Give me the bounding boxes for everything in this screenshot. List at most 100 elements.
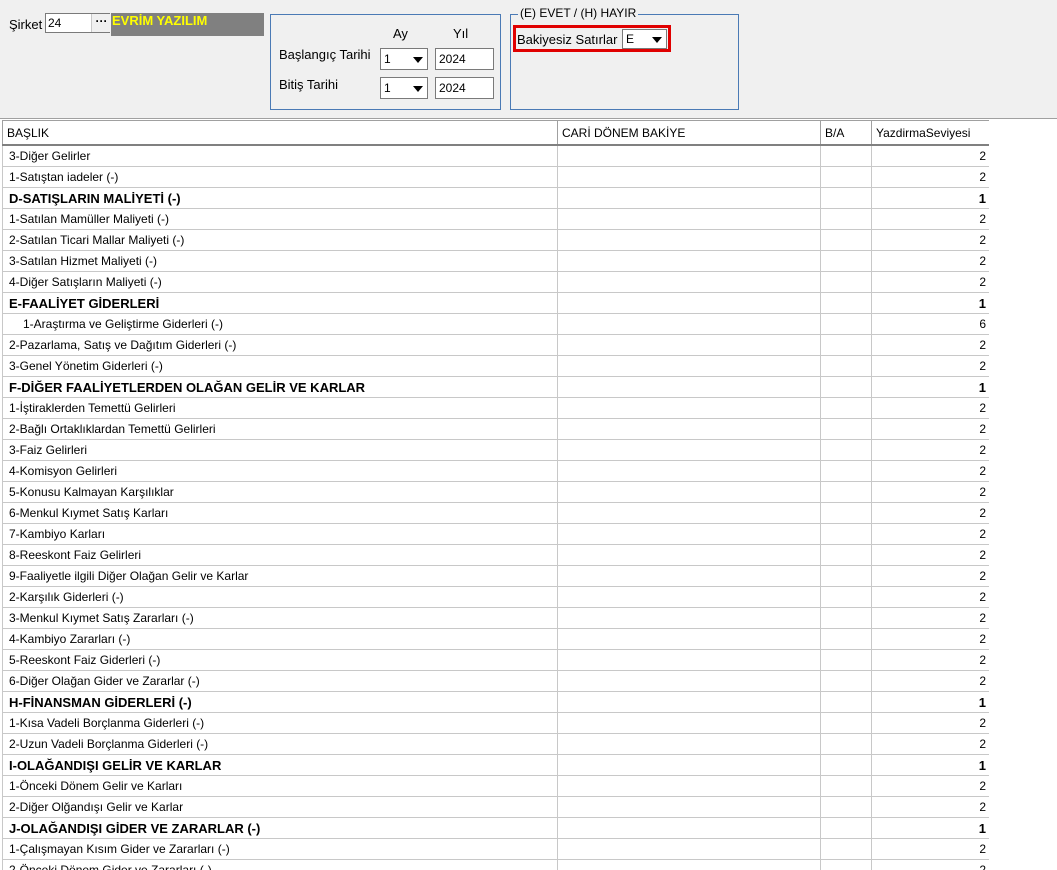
row-balance[interactable] xyxy=(557,481,821,503)
row-balance[interactable] xyxy=(557,775,821,797)
column-header-title[interactable]: BAŞLIK xyxy=(2,120,558,146)
table-row[interactable]: 1-Önceki Dönem Gelir ve Karları 2 xyxy=(2,775,990,797)
table-row[interactable]: 3-Diğer Gelirler 2 xyxy=(2,144,990,167)
row-balance[interactable] xyxy=(557,439,821,461)
row-print-level[interactable]: 1 xyxy=(871,376,990,398)
row-title[interactable]: 1-İştiraklerden Temettü Gelirleri xyxy=(2,397,558,419)
table-row[interactable]: 3-Genel Yönetim Giderleri (-) 2 xyxy=(2,355,990,377)
row-title[interactable]: H-FİNANSMAN GİDERLERİ (-) xyxy=(2,691,558,713)
table-row[interactable]: 3-Menkul Kıymet Satış Zararları (-) 2 xyxy=(2,607,990,629)
column-header-ba[interactable]: B/A xyxy=(820,120,872,146)
table-row[interactable]: 2-Bağlı Ortaklıklardan Temettü Gelirleri… xyxy=(2,418,990,440)
row-print-level[interactable]: 2 xyxy=(871,439,990,461)
table-row[interactable]: 2-Pazarlama, Satış ve Dağıtım Giderleri … xyxy=(2,334,990,356)
row-title[interactable]: J-OLAĞANDIŞI GİDER VE ZARARLAR (-) xyxy=(2,817,558,839)
row-ba[interactable] xyxy=(820,439,872,461)
row-print-level[interactable]: 2 xyxy=(871,166,990,188)
column-header-balance[interactable]: CARİ DÖNEM BAKİYE xyxy=(557,120,821,146)
row-title[interactable]: 2-Pazarlama, Satış ve Dağıtım Giderleri … xyxy=(2,334,558,356)
table-row[interactable]: 1-Çalışmayan Kısım Gider ve Zararları (-… xyxy=(2,838,990,860)
row-print-level[interactable]: 2 xyxy=(871,859,990,870)
row-balance[interactable] xyxy=(557,838,821,860)
table-row[interactable]: F-DİĞER FAALİYETLERDEN OLAĞAN GELİR VE K… xyxy=(2,376,990,398)
table-row[interactable]: 2-Uzun Vadeli Borçlanma Giderleri (-) 2 xyxy=(2,733,990,755)
row-print-level[interactable]: 2 xyxy=(871,229,990,251)
table-row[interactable]: 2-Satılan Ticari Mallar Maliyeti (-) 2 xyxy=(2,229,990,251)
row-print-level[interactable]: 2 xyxy=(871,628,990,650)
row-ba[interactable] xyxy=(820,334,872,356)
row-balance[interactable] xyxy=(557,187,821,209)
row-ba[interactable] xyxy=(820,565,872,587)
row-print-level[interactable]: 2 xyxy=(871,838,990,860)
table-row[interactable]: 1-Satıştan iadeler (-) 2 xyxy=(2,166,990,188)
row-ba[interactable] xyxy=(820,649,872,671)
row-balance[interactable] xyxy=(557,712,821,734)
table-row[interactable]: 2-Diğer Olğandışı Gelir ve Karlar 2 xyxy=(2,796,990,818)
row-title[interactable]: 2-Diğer Olğandışı Gelir ve Karlar xyxy=(2,796,558,818)
row-title[interactable]: 2-Satılan Ticari Mallar Maliyeti (-) xyxy=(2,229,558,251)
row-balance[interactable] xyxy=(557,250,821,272)
row-balance[interactable] xyxy=(557,565,821,587)
row-print-level[interactable]: 2 xyxy=(871,712,990,734)
column-header-print-level[interactable]: YazdirmaSeviyesi xyxy=(871,120,990,146)
table-row[interactable]: 1-Kısa Vadeli Borçlanma Giderleri (-) 2 xyxy=(2,712,990,734)
end-month-select[interactable]: 1 xyxy=(380,77,428,99)
row-balance[interactable] xyxy=(557,607,821,629)
row-balance[interactable] xyxy=(557,796,821,818)
row-balance[interactable] xyxy=(557,733,821,755)
row-title[interactable]: 6-Menkul Kıymet Satış Karları xyxy=(2,502,558,524)
row-print-level[interactable]: 2 xyxy=(871,649,990,671)
row-ba[interactable] xyxy=(820,817,872,839)
row-balance[interactable] xyxy=(557,229,821,251)
row-print-level[interactable]: 2 xyxy=(871,733,990,755)
row-ba[interactable] xyxy=(820,313,872,335)
row-balance[interactable] xyxy=(557,859,821,870)
table-row[interactable]: 1-Satılan Mamüller Maliyeti (-) 2 xyxy=(2,208,990,230)
table-row[interactable]: 9-Faaliyetle ilgili Diğer Olağan Gelir v… xyxy=(2,565,990,587)
row-ba[interactable] xyxy=(820,754,872,776)
row-print-level[interactable]: 1 xyxy=(871,817,990,839)
table-row[interactable]: 8-Reeskont Faiz Gelirleri 2 xyxy=(2,544,990,566)
row-title[interactable]: 5-Konusu Kalmayan Karşılıklar xyxy=(2,481,558,503)
row-title[interactable]: 2-Karşılık Giderleri (-) xyxy=(2,586,558,608)
row-print-level[interactable]: 2 xyxy=(871,523,990,545)
row-balance[interactable] xyxy=(557,523,821,545)
row-title[interactable]: 4-Kambiyo Zararları (-) xyxy=(2,628,558,650)
end-year-input[interactable]: 2024 xyxy=(435,77,494,99)
row-print-level[interactable]: 2 xyxy=(871,334,990,356)
sirket-lookup-button[interactable]: ··· xyxy=(91,14,111,32)
table-row[interactable]: 1-İştiraklerden Temettü Gelirleri 2 xyxy=(2,397,990,419)
row-print-level[interactable]: 1 xyxy=(871,187,990,209)
table-row[interactable]: 2-Önceki Dönem Gider ve Zararları (-) 2 xyxy=(2,859,990,870)
table-row[interactable]: 3-Faiz Gelirleri 2 xyxy=(2,439,990,461)
row-title[interactable]: 4-Komisyon Gelirleri xyxy=(2,460,558,482)
row-ba[interactable] xyxy=(820,838,872,860)
row-print-level[interactable]: 1 xyxy=(871,691,990,713)
row-title[interactable]: 2-Önceki Dönem Gider ve Zararları (-) xyxy=(2,859,558,870)
row-title[interactable]: 1-Satıştan iadeler (-) xyxy=(2,166,558,188)
row-balance[interactable] xyxy=(557,586,821,608)
row-ba[interactable] xyxy=(820,208,872,230)
row-title[interactable]: 2-Uzun Vadeli Borçlanma Giderleri (-) xyxy=(2,733,558,755)
row-title[interactable]: F-DİĞER FAALİYETLERDEN OLAĞAN GELİR VE K… xyxy=(2,376,558,398)
row-print-level[interactable]: 2 xyxy=(871,796,990,818)
row-balance[interactable] xyxy=(557,754,821,776)
row-title[interactable]: 4-Diğer Satışların Maliyeti (-) xyxy=(2,271,558,293)
row-balance[interactable] xyxy=(557,292,821,314)
row-print-level[interactable]: 2 xyxy=(871,586,990,608)
row-ba[interactable] xyxy=(820,859,872,870)
row-balance[interactable] xyxy=(557,166,821,188)
row-title[interactable]: I-OLAĞANDIŞI GELİR VE KARLAR xyxy=(2,754,558,776)
table-row[interactable]: 2-Karşılık Giderleri (-) 2 xyxy=(2,586,990,608)
row-balance[interactable] xyxy=(557,817,821,839)
row-title[interactable]: 2-Bağlı Ortaklıklardan Temettü Gelirleri xyxy=(2,418,558,440)
row-title[interactable]: E-FAALİYET GİDERLERİ xyxy=(2,292,558,314)
row-balance[interactable] xyxy=(557,691,821,713)
row-title[interactable]: 1-Kısa Vadeli Borçlanma Giderleri (-) xyxy=(2,712,558,734)
row-print-level[interactable]: 2 xyxy=(871,460,990,482)
start-year-input[interactable]: 2024 xyxy=(435,48,494,70)
row-balance[interactable] xyxy=(557,313,821,335)
row-balance[interactable] xyxy=(557,502,821,524)
row-balance[interactable] xyxy=(557,144,821,167)
table-row[interactable]: J-OLAĞANDIŞI GİDER VE ZARARLAR (-) 1 xyxy=(2,817,990,839)
